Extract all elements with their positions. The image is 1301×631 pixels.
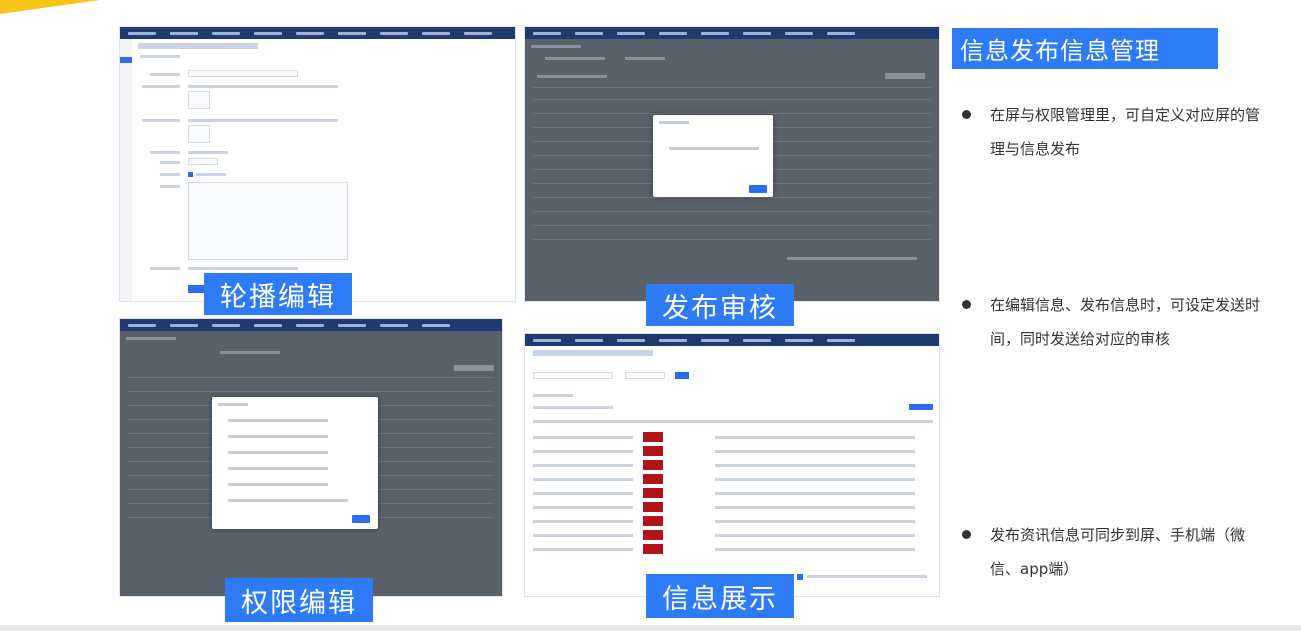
top-nav (120, 27, 515, 39)
bottom-divider (0, 625, 1301, 631)
slide: 轮播编辑 发布审核 权限编辑 信息展示 信息发布信息管理 在屏与权限管理里，可自… (0, 0, 1301, 631)
bullet-dot-icon (962, 530, 971, 539)
screenshot-permission-edit (119, 318, 503, 597)
top-nav (120, 319, 502, 331)
breadcrumb (533, 350, 653, 356)
bullet-dot-icon (962, 110, 971, 119)
bullet-text: 在编辑信息、发布信息时，可设定发送时间，同时发送给对应的审核 (990, 296, 1261, 348)
side-nav (120, 39, 132, 301)
top-nav (525, 27, 939, 39)
label-publish-review: 发布审核 (646, 284, 794, 326)
bullet-text: 发布资讯信息可同步到屏、手机端（微信、app端） (990, 526, 1246, 578)
screenshot-carousel-edit (119, 26, 516, 302)
review-modal (653, 115, 773, 197)
breadcrumb (138, 43, 258, 49)
corner-accent (0, 0, 100, 14)
bullet-dot-icon (962, 300, 971, 309)
label-permission-edit: 权限编辑 (225, 578, 373, 622)
bullet-3: 发布资讯信息可同步到屏、手机端（微信、app端） (962, 518, 1272, 586)
top-nav (525, 334, 939, 346)
label-info-display: 信息展示 (646, 574, 794, 618)
label-carousel-edit: 轮播编辑 (204, 273, 352, 315)
bullet-1: 在屏与权限管理里，可自定义对应屏的管理与信息发布 (962, 98, 1272, 166)
side-active (120, 57, 132, 63)
screenshot-publish-review (524, 26, 940, 302)
bullet-2: 在编辑信息、发布信息时，可设定发送时间，同时发送给对应的审核 (962, 288, 1272, 356)
bullet-text: 在屏与权限管理里，可自定义对应屏的管理与信息发布 (990, 106, 1261, 158)
section-title: 信息发布信息管理 (952, 28, 1218, 69)
permission-modal (212, 397, 378, 529)
screenshot-info-display (524, 333, 940, 597)
